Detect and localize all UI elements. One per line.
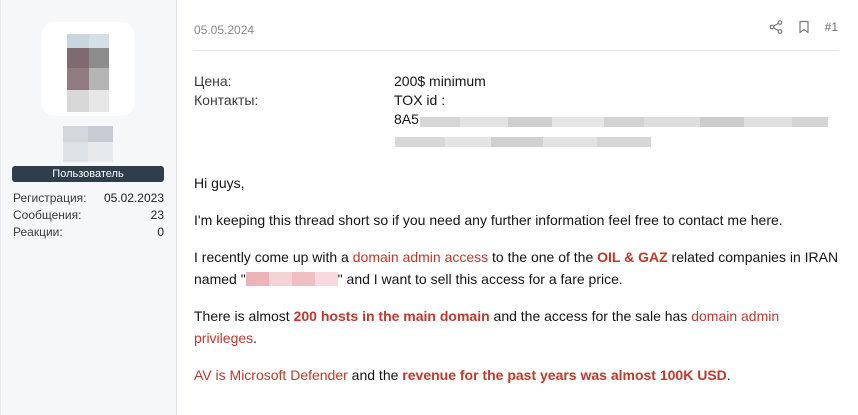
field-price: Цена: 200$ minimum (194, 72, 486, 91)
post-tools: #1 (769, 20, 838, 34)
paragraph: AV is Microsoft Defender and the revenue… (194, 364, 844, 386)
text: and the (347, 367, 403, 383)
post-number[interactable]: #1 (825, 20, 838, 34)
share-icon[interactable] (769, 20, 783, 34)
stat-reactions: Реакции: 0 (13, 224, 164, 241)
text: . (726, 367, 731, 383)
highlight-text: AV is Microsoft Defender (194, 367, 348, 383)
stat-registration: Регистрация: 05.02.2023 (13, 190, 164, 207)
paragraph: I'm keeping this thread short so if you … (194, 212, 783, 228)
avatar[interactable] (41, 22, 135, 116)
text: There is almost (194, 308, 294, 324)
message-body: 05.05.2024 #1 Цена: 200$ minimum Контакт… (177, 0, 858, 415)
highlight-text: OIL & GAZ (597, 249, 668, 265)
stat-label: Сообщения: (13, 208, 82, 222)
text: " and I want to sell this access for a f… (337, 271, 623, 287)
paragraph: There is almost 200 hosts in the main do… (194, 305, 844, 349)
bookmark-icon[interactable] (797, 20, 811, 34)
highlight-text: domain admin access (352, 249, 489, 265)
stat-value: 0 (157, 225, 164, 239)
field-label: Контакты: (194, 92, 259, 108)
text: and the access for the sale has (489, 308, 692, 324)
stat-messages: Сообщения: 23 (13, 207, 164, 224)
username-redacted[interactable] (63, 126, 113, 162)
field-contacts: Контакты: TOX id : (194, 91, 486, 110)
stat-value: 23 (150, 208, 164, 222)
company-name-redacted (245, 272, 338, 286)
user-sidebar: Пользователь Регистрация: 05.02.2023 Соо… (0, 0, 177, 415)
highlight-text: revenue for the past years was almost 10… (402, 367, 727, 383)
field-label-empty (194, 110, 394, 129)
highlight-text: 200 hosts in the main domain (293, 308, 490, 324)
role-badge: Пользователь (12, 166, 164, 182)
field-label: Цена: (194, 73, 232, 89)
post-frame: Пользователь Регистрация: 05.02.2023 Соо… (0, 0, 858, 415)
text: to the one of the (488, 249, 598, 265)
stat-label: Реакции: (13, 225, 63, 239)
tox-id-redacted-2 (395, 137, 651, 147)
post-text: Hi guys, I'm keeping this thread short s… (194, 172, 844, 386)
text: I recently come up with a (194, 249, 353, 265)
field-value: TOX id : (394, 92, 446, 108)
stat-value: 05.02.2023 (103, 191, 164, 205)
divider (194, 50, 838, 51)
user-stats: Регистрация: 05.02.2023 Сообщения: 23 Ре… (13, 190, 164, 241)
paragraph: Hi guys, (194, 175, 245, 191)
paragraph: I recently come up with a domain admin a… (194, 246, 844, 290)
stat-label: Регистрация: (13, 191, 87, 205)
tox-id-prefix: 8A5 (394, 111, 419, 127)
field-value: 200$ minimum (394, 73, 486, 89)
text: . (253, 330, 258, 346)
tox-id-redacted (420, 117, 828, 127)
post-date[interactable]: 05.05.2024 (194, 23, 254, 37)
